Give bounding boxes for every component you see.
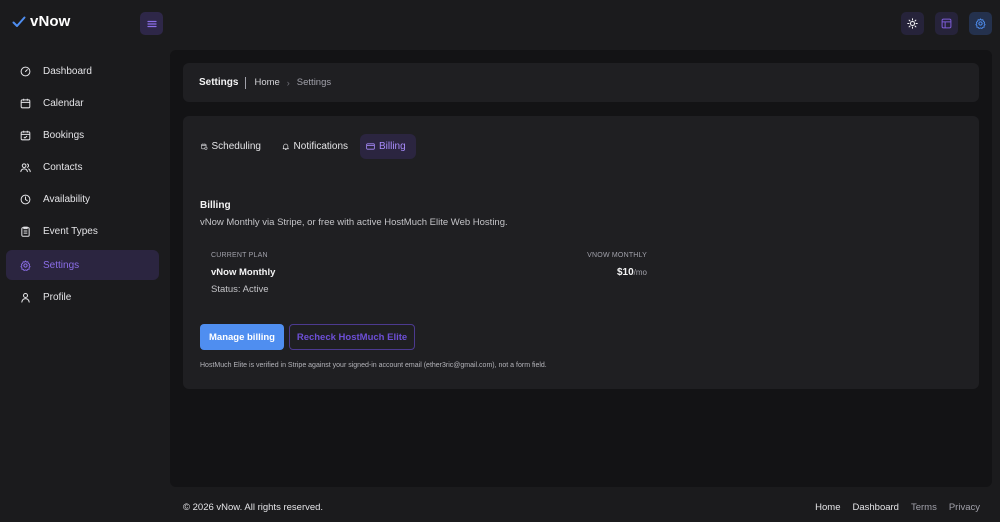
sidebar-item-settings[interactable]: Settings [6,250,159,280]
verification-note: HostMuch Elite is verified in Stripe aga… [200,362,547,369]
footer-link-dashboard[interactable]: Dashboard [852,502,898,513]
price-amount: $10 [616,267,634,278]
main-panel: Settings Home › Settings Scheduling Noti… [170,50,992,487]
settings-button[interactable] [969,12,992,35]
sidebar-item-bookings[interactable]: Bookings [6,120,159,150]
sidebar-toggle-button[interactable] [140,12,163,35]
tab-label: Billing [379,141,406,152]
recheck-hostmuch-button[interactable]: Recheck HostMuch Elite [289,324,415,350]
clock-icon [20,194,31,204]
current-plan-label: CURRENT PLAN [211,252,268,259]
calendar-clock-icon [201,143,208,150]
app-logo[interactable]: vNow [12,13,70,30]
plan-name: vNow Monthly [211,267,276,278]
app-name: vNow [30,13,71,30]
clipboard-icon [21,226,30,237]
sidebar-item-event-types[interactable]: Event Types [6,216,159,246]
gear-icon [20,259,31,271]
header-actions [901,12,992,35]
settings-tabs: Scheduling Notifications Billing [195,134,416,159]
top-bar: vNow [0,0,1000,48]
tab-billing[interactable]: Billing [360,134,416,159]
price-period: /mo [633,268,647,277]
bell-icon [282,143,289,150]
footer-link-home[interactable]: Home [815,502,840,513]
billing-heading: Billing [200,200,231,211]
breadcrumb-current: Settings [296,77,332,88]
sidebar-item-label: Profile [43,291,72,303]
footer-copyright: © 2026 vNow. All rights reserved. [183,502,324,513]
plan-status: Status: Active [211,284,269,295]
sidebar-item-calendar[interactable]: Calendar [6,88,159,118]
sidebar-item-label: Event Types [43,225,98,237]
footer-links: Home Dashboard Terms Privacy [815,502,980,513]
sidebar-item-label: Availability [43,193,91,205]
page-title: Settings [199,77,239,88]
hamburger-icon [146,20,157,27]
breadcrumb: Settings Home › Settings [183,63,979,102]
footer-link-privacy[interactable]: Privacy [949,502,980,513]
sidebar-item-label: Calendar [43,97,84,109]
calendar-icon [20,98,31,108]
sidebar-item-availability[interactable]: Availability [6,184,159,214]
gauge-icon [20,66,31,76]
sidebar-item-profile[interactable]: Profile [6,282,159,312]
theme-toggle-button[interactable] [901,12,924,35]
sidebar-item-label: Bookings [43,129,85,141]
sidebar-item-label: Contacts [43,161,83,173]
tab-label: Notifications [293,141,348,152]
credit-card-icon [366,143,375,150]
breadcrumb-divider [245,76,247,89]
calendar-check-icon [20,130,31,140]
layout-button[interactable] [935,12,958,35]
settings-gear-icon [975,18,986,29]
manage-billing-button[interactable]: Manage billing [200,324,284,350]
layout-icon [941,18,952,29]
users-icon [20,162,31,172]
breadcrumb-home-link[interactable]: Home [254,77,279,88]
sun-icon [907,18,918,29]
sidebar-item-label: Dashboard [43,65,92,77]
plan-product-label: VNOW MONTHLY [587,252,647,259]
tab-label: Scheduling [211,141,261,152]
tab-notifications[interactable]: Notifications [276,134,354,159]
sidebar-item-label: Settings [43,259,80,271]
footer-link-terms[interactable]: Terms [911,502,937,513]
plan-price: $10/mo [617,267,647,278]
settings-card: Scheduling Notifications Billing Billing… [183,116,979,389]
sidebar-item-dashboard[interactable]: Dashboard [6,56,159,86]
billing-description: vNow Monthly via Stripe, or free with ac… [200,217,508,228]
tab-scheduling[interactable]: Scheduling [195,134,267,159]
sidebar-item-contacts[interactable]: Contacts [6,152,159,182]
chevron-right-icon: › [286,77,290,88]
current-plan-summary: CURRENT PLAN vNow Monthly Status: Active… [211,252,647,300]
user-icon [21,292,30,303]
check-logo-icon [12,16,26,27]
